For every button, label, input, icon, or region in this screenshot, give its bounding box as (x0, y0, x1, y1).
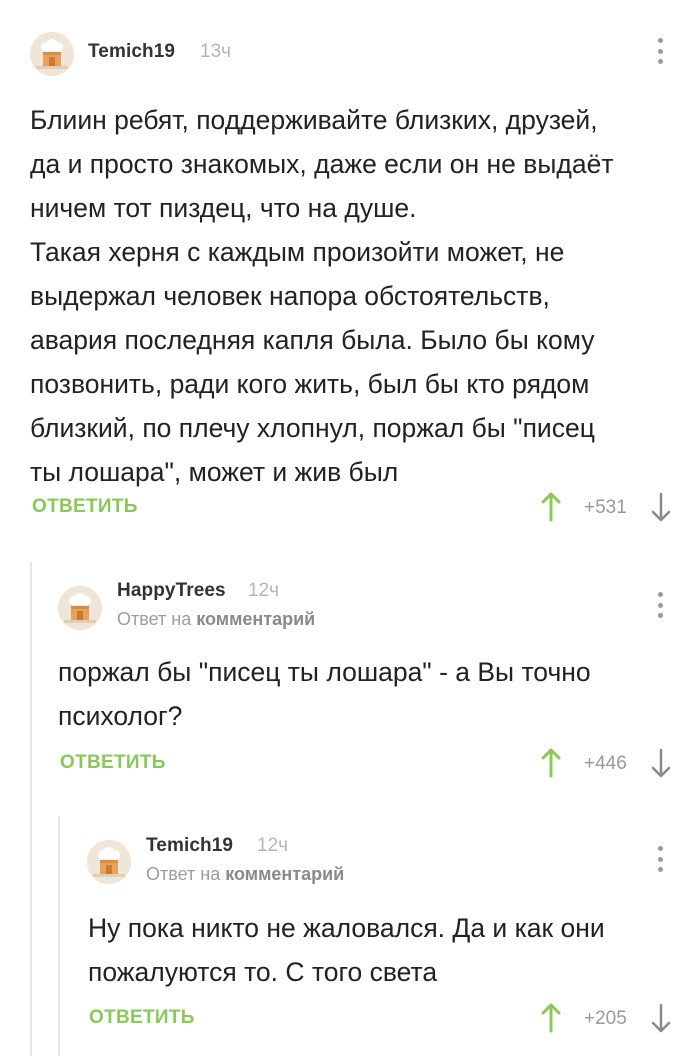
avatar[interactable] (87, 840, 131, 884)
text-line: поржал бы "писец ты лошара" - а Вы точно (58, 657, 591, 687)
more-vertical-icon[interactable] (650, 36, 670, 66)
text-line: выдержал человек напора обстоятельств, (30, 281, 550, 311)
comment-text: поржал бы "писец ты лошара" - а Вы точно… (58, 650, 678, 738)
author-name[interactable]: Temich19 (88, 41, 175, 63)
default-avatar-icon (58, 586, 102, 630)
rating-score: +205 (584, 1008, 627, 1029)
text-line: ничем тот пиздец, что на душе. (30, 193, 417, 223)
reply-target-link[interactable]: комментарий (196, 609, 315, 629)
comment-time: 12ч (248, 580, 280, 601)
thread-line (30, 562, 32, 1056)
text-line: Такая херня с каждым произойти может, не (30, 237, 565, 267)
author-name[interactable]: HappyTrees (117, 580, 226, 602)
reply-button[interactable]: ОТВЕТИТЬ (32, 496, 138, 518)
default-avatar-icon (30, 32, 74, 76)
arrow-down-icon[interactable] (650, 492, 672, 522)
arrow-down-icon[interactable] (650, 1003, 672, 1033)
arrow-down-icon[interactable] (650, 748, 672, 778)
reply-button[interactable]: ОТВЕТИТЬ (89, 1007, 195, 1029)
default-avatar-icon (87, 840, 131, 884)
text-line: Блиин ребят, поддерживайте близких, друз… (30, 105, 598, 135)
text-line: пожалуются то. С того света (88, 957, 438, 987)
text-line: близкий, по плечу хлопнул, поржал бы "пи… (30, 413, 595, 443)
arrow-up-icon[interactable] (540, 492, 562, 522)
comment-text: Блиин ребят, поддерживайте близких, друз… (30, 98, 680, 494)
comment-time: 12ч (257, 835, 289, 856)
rating-score: +531 (584, 497, 627, 518)
text-line: ты лошара", может и жив был (30, 457, 399, 487)
text-line: позвонить, ради кого жить, был бы кто ря… (30, 369, 590, 399)
avatar[interactable] (58, 586, 102, 630)
thread-line (58, 816, 60, 1056)
rating-score: +446 (584, 753, 627, 774)
author-name[interactable]: Temich19 (146, 835, 233, 857)
reply-to-label: Ответ на комментарий (117, 609, 315, 630)
reply-target-link[interactable]: комментарий (225, 864, 344, 884)
reply-prefix: Ответ на (146, 864, 221, 884)
avatar[interactable] (30, 32, 74, 76)
text-line: психолог? (58, 701, 183, 731)
arrow-up-icon[interactable] (540, 748, 562, 778)
text-line: авария последняя капля была. Было бы ком… (30, 325, 595, 355)
comment-time: 13ч (200, 41, 232, 62)
more-vertical-icon[interactable] (650, 844, 670, 874)
comment-text: Ну пока никто не жаловался. Да и как они… (88, 906, 678, 994)
arrow-up-icon[interactable] (540, 1003, 562, 1033)
reply-button[interactable]: ОТВЕТИТЬ (60, 752, 166, 774)
more-vertical-icon[interactable] (650, 590, 670, 620)
text-line: да и просто знакомых, даже если он не вы… (30, 149, 614, 179)
reply-to-label: Ответ на комментарий (146, 864, 344, 885)
reply-prefix: Ответ на (117, 609, 192, 629)
text-line: Ну пока никто не жаловался. Да и как они (88, 913, 605, 943)
